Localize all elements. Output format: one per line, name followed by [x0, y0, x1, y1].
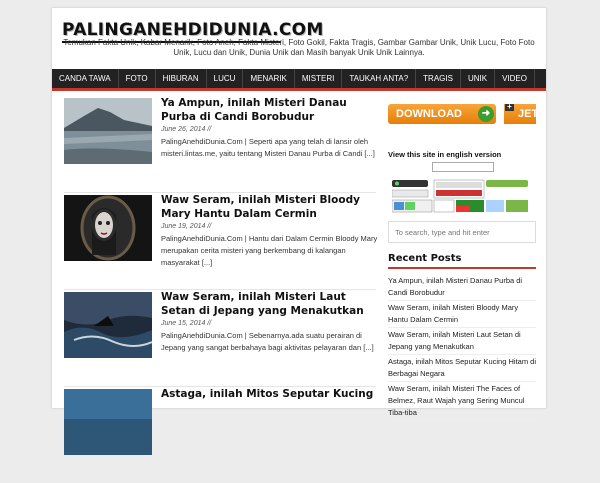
recent-post-link[interactable]: Waw Seram, inilah Misteri Laut Setan di … [388, 328, 536, 355]
jet-label: JET [518, 108, 536, 120]
post-title[interactable]: Astaga, inilah Mitos Seputar Kucing [161, 387, 381, 401]
post-title[interactable]: Ya Ampun, inilah Misteri Danau Purba di … [161, 96, 381, 124]
post-excerpt: PalingAnehdiDunia.Com | Hantu dari Dalam… [161, 234, 378, 267]
post-item: Ya Ampun, inilah Misteri Danau Purba di … [64, 96, 376, 193]
site-tagline: Temukan Fakta Unik, Kabar Menarik, Foto … [63, 38, 535, 57]
post-date: June 19, 2014 // [161, 223, 212, 230]
post-date: June 15, 2014 // [161, 320, 212, 327]
post-title[interactable]: Waw Seram, inilah Misteri Laut Setan di … [161, 290, 381, 318]
nav-item-foto[interactable]: FOTO [119, 69, 156, 88]
nav-item-unik[interactable]: UNIK [461, 69, 496, 88]
arrow-right-icon: ➜ [478, 106, 494, 122]
jet-button[interactable]: + JET [504, 104, 536, 124]
english-version-label[interactable]: View this site in english version [388, 150, 501, 159]
download-button[interactable]: DOWNLOAD ➜ [388, 104, 496, 124]
nav-item-menarik[interactable]: MENARIK [243, 69, 295, 88]
recent-post-link[interactable]: Waw Seram, inilah Misteri Bloody Mary Ha… [388, 301, 536, 328]
plus-icon: + [505, 104, 514, 111]
nav-item-tragis[interactable]: TRAGIS [416, 69, 461, 88]
download-label: DOWNLOAD [396, 108, 462, 120]
nav-item-taukah-anta[interactable]: TAUKAH ANTA? [342, 69, 417, 88]
recent-posts-divider [388, 267, 536, 269]
site-title[interactable]: PALINGANEHDIDUNIA.COM [62, 20, 324, 40]
post-thumbnail-stormy-sea[interactable] [64, 292, 152, 358]
recent-posts-heading: Recent Posts [388, 253, 462, 264]
page-container: PALINGANEHDIDUNIA.COM Temukan Fakta Unik… [52, 8, 546, 455]
post-excerpt: PalingAnehdiDunia.Com | Seperti apa yang… [161, 137, 375, 158]
post-thumbnail-lake[interactable] [64, 98, 152, 164]
recent-posts-list: Ya Ampun, inilah Misteri Danau Purba di … [388, 274, 536, 421]
recent-post-link[interactable]: Ya Ampun, inilah Misteri Danau Purba di … [388, 274, 536, 301]
search-input[interactable] [388, 221, 536, 243]
post-item: Waw Seram, inilah Misteri Bloody Mary Ha… [64, 193, 378, 290]
nav-item-video[interactable]: VIDEO [495, 69, 535, 88]
nav-item-misteri[interactable]: MISTERI [295, 69, 343, 88]
main-navigation: CANDA TAWA FOTO HIBURAN LUCU MENARIK MIS… [52, 69, 546, 91]
nav-item-hiburan[interactable]: HIBURAN [156, 69, 207, 88]
post-thumbnail-mirror[interactable] [64, 195, 152, 261]
recent-post-link[interactable]: Waw Seram, inilah Misteri The Faces of B… [388, 382, 536, 421]
post-title[interactable]: Waw Seram, inilah Misteri Bloody Mary Ha… [161, 193, 381, 221]
post-list: Ya Ampun, inilah Misteri Danau Purba di … [64, 96, 378, 483]
recent-post-link[interactable]: Astaga, inilah Mitos Seputar Kucing Hita… [388, 355, 536, 382]
nav-item-canda-tawa[interactable]: CANDA TAWA [52, 69, 119, 88]
post-date: June 26, 2014 // [161, 126, 212, 133]
stats-widgets[interactable] [392, 178, 536, 216]
post-item: Waw Seram, inilah Misteri Laut Setan di … [64, 290, 376, 387]
post-item: Astaga, inilah Mitos Seputar Kucing [64, 387, 376, 483]
language-select[interactable] [432, 162, 494, 172]
nav-item-lucu[interactable]: LUCU [207, 69, 244, 88]
post-thumbnail-cat[interactable] [64, 389, 152, 455]
post-excerpt: PalingAnehdiDunia.Com | Sebenarnya.ada s… [161, 331, 374, 352]
